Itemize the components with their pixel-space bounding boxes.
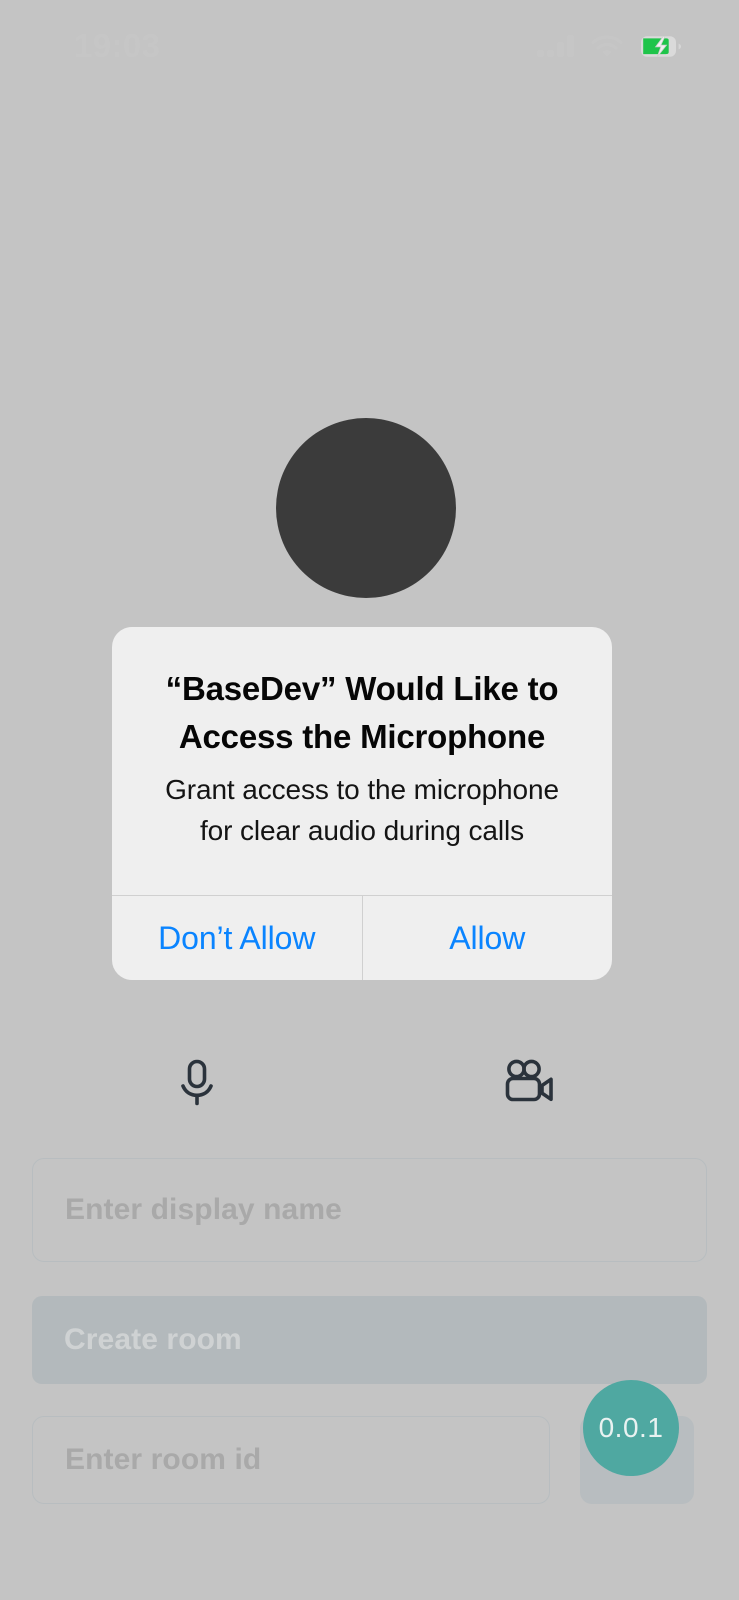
display-name-input[interactable]: Enter display name [32,1158,707,1262]
status-bar: 19:03 [0,0,739,92]
status-bar-icons [537,30,682,62]
microphone-permission-alert: “BaseDev” Would Like to Access the Micro… [112,627,612,980]
version-badge: 0.0.1 [583,1380,679,1476]
media-controls [0,1052,739,1114]
local-video-avatar [276,418,456,598]
microphone-toggle[interactable] [166,1052,228,1114]
room-id-input[interactable]: Enter room id [32,1416,550,1504]
alert-actions: Don’t Allow Allow [112,895,612,980]
video-camera-icon [502,1059,558,1107]
status-bar-clock: 19:03 [74,27,161,64]
camera-toggle[interactable] [499,1052,561,1114]
display-name-placeholder: Enter display name [65,1193,342,1226]
create-room-button[interactable]: Create room [32,1296,707,1384]
alert-message: Grant access to the microphone for clear… [165,774,559,846]
alert-title: “BaseDev” Would Like to Access the Micro… [165,670,559,755]
alert-body: “BaseDev” Would Like to Access the Micro… [112,627,612,895]
dont-allow-button[interactable]: Don’t Allow [112,896,363,980]
wifi-icon [591,34,623,58]
version-badge-label: 0.0.1 [598,1412,664,1443]
allow-button[interactable]: Allow [363,896,613,980]
cellular-signal-icon [537,35,574,57]
room-id-placeholder: Enter room id [65,1443,262,1476]
phone-screen: 19:03 Enter display name Create room Ent… [0,0,739,1600]
create-room-label: Create room [64,1323,242,1356]
microphone-icon [175,1058,219,1108]
battery-charging-icon [640,35,682,58]
